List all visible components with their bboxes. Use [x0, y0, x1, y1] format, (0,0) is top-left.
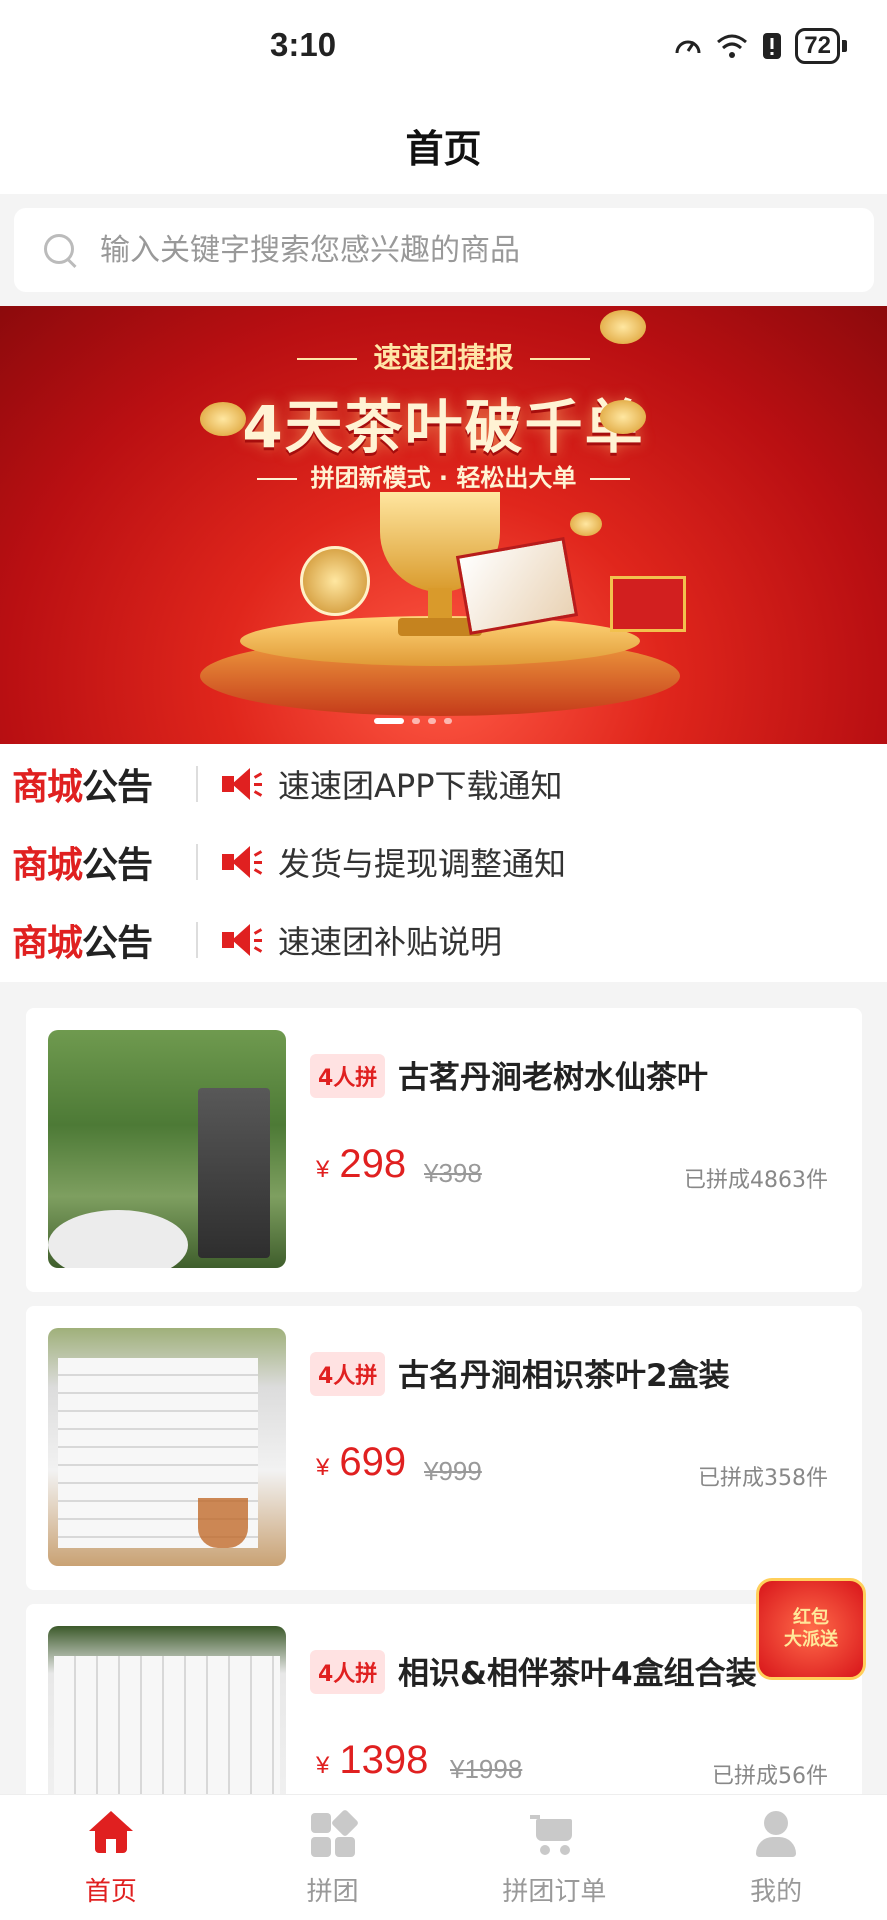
notice-text: 速速团补贴说明	[278, 923, 503, 961]
product-title: 古名丹涧相识茶叶2盒装	[398, 1358, 730, 1394]
wifi-icon	[717, 34, 748, 58]
red-packet-line1: 红包	[793, 1607, 829, 1628]
signal-alert-icon	[763, 33, 782, 59]
tab-home[interactable]: 首页	[0, 1795, 222, 1920]
coin-decoration	[200, 402, 246, 436]
currency-symbol: ¥	[316, 1156, 330, 1183]
product-image[interactable]	[48, 1030, 286, 1268]
original-price: ¥398	[424, 1158, 482, 1188]
notice-list: 商城公告 速速团APP下载通知 商城公告 发货与提现调整通知 商城公告 速速团补…	[0, 744, 887, 982]
banner-top-text: 速速团捷报	[0, 336, 887, 376]
banner-pagination	[374, 718, 452, 724]
coin-decoration	[600, 310, 646, 344]
notice-item[interactable]: 商城公告 速速团补贴说明	[0, 900, 887, 980]
notice-item[interactable]: 商城公告 速速团APP下载通知	[0, 744, 887, 824]
product-title: 古茗丹涧老树水仙茶叶	[398, 1060, 708, 1096]
product-card[interactable]: 4人拼 古茗丹涧老树水仙茶叶 ¥298 ¥398 已拼成4863件	[26, 1008, 862, 1292]
pagination-dot	[444, 718, 452, 724]
red-packet-line2: 大派送	[784, 1629, 838, 1650]
notice-brand-black: 公告	[82, 845, 153, 886]
coin-decoration	[570, 512, 602, 536]
speaker-icon	[220, 922, 264, 958]
product-title: 相识&相伴茶叶4盒组合装	[398, 1656, 757, 1692]
user-icon	[752, 1811, 800, 1857]
notice-brand-red: 商城	[12, 767, 83, 808]
banner-headline: 4天茶叶破千单	[242, 393, 645, 461]
notice-brand-red: 商城	[12, 923, 83, 964]
battery-cap	[842, 40, 847, 52]
red-packet-button[interactable]: 红包 大派送	[756, 1578, 866, 1680]
pagination-dot-active	[374, 718, 404, 724]
tab-label: 拼团订单	[502, 1877, 607, 1907]
sold-count: 已拼成358件	[698, 1466, 828, 1491]
notice-brand-label: 商城公告	[12, 914, 182, 966]
notice-divider	[196, 922, 198, 958]
product-price: ¥699	[316, 1440, 406, 1485]
tab-group-buy[interactable]: 拼团	[222, 1795, 444, 1920]
status-icons: 72	[673, 28, 847, 64]
original-price: ¥999	[424, 1456, 482, 1486]
home-icon	[87, 1811, 135, 1857]
notice-item[interactable]: 商城公告 发货与提现调整通知	[0, 822, 887, 902]
group-size-badge: 4人拼	[310, 1352, 386, 1396]
product-price: ¥1398	[316, 1738, 428, 1783]
notice-divider	[196, 844, 198, 880]
status-bar: 3:10 72	[0, 0, 887, 96]
notice-brand-label: 商城公告	[12, 758, 182, 810]
group-size-badge: 4人拼	[310, 1650, 386, 1694]
notice-brand-red: 商城	[12, 845, 83, 886]
price-value: 699	[339, 1440, 407, 1484]
original-price: ¥1998	[450, 1754, 523, 1784]
tab-label: 拼团	[306, 1877, 359, 1907]
speaker-icon	[220, 766, 264, 802]
tab-label: 我的	[750, 1877, 803, 1907]
banner-subtext: 拼团新模式 · 轻松出大单	[0, 458, 887, 493]
battery-level: 72	[804, 32, 831, 59]
price-value: 1398	[339, 1738, 429, 1782]
pagination-dot	[428, 718, 436, 724]
notice-text: 速速团APP下载通知	[278, 767, 563, 805]
notice-brand-black: 公告	[82, 767, 153, 808]
app-header: 首页	[0, 96, 887, 194]
product-price: ¥298	[316, 1142, 406, 1187]
sold-count: 已拼成4863件	[684, 1168, 828, 1193]
speaker-icon	[220, 844, 264, 880]
currency-symbol: ¥	[316, 1752, 330, 1779]
speed-icon	[675, 40, 701, 54]
gift-box-icon	[610, 576, 686, 632]
search-icon	[40, 230, 80, 270]
product-image[interactable]	[48, 1328, 286, 1566]
trophy-stem	[428, 588, 452, 622]
cart-icon	[530, 1811, 578, 1857]
search-input[interactable]	[100, 232, 820, 268]
search-box[interactable]	[14, 208, 874, 292]
promo-banner[interactable]: 速速团捷报 4天茶叶破千单 拼团新模式 · 轻松出大单	[0, 306, 887, 744]
notice-text: 发货与提现调整通知	[278, 845, 567, 883]
product-card[interactable]: 4人拼 古名丹涧相识茶叶2盒装 ¥699 ¥999 已拼成358件	[26, 1306, 862, 1590]
currency-symbol: ¥	[316, 1454, 330, 1481]
tab-group-orders[interactable]: 拼团订单	[444, 1795, 666, 1920]
group-icon	[309, 1808, 359, 1857]
group-size-badge: 4人拼	[310, 1054, 386, 1098]
notice-brand-label: 商城公告	[12, 836, 182, 888]
notice-divider	[196, 766, 198, 802]
coin-decoration	[600, 400, 646, 434]
notice-brand-black: 公告	[82, 923, 153, 964]
tab-profile[interactable]: 我的	[665, 1795, 887, 1920]
pagination-dot	[412, 718, 420, 724]
search-area	[0, 194, 887, 304]
sold-count: 已拼成56件	[712, 1764, 828, 1789]
price-value: 298	[339, 1142, 407, 1186]
medal-icon	[300, 546, 370, 616]
page-title: 首页	[405, 126, 482, 171]
tab-label: 首页	[84, 1877, 137, 1907]
status-time: 3:10	[270, 26, 337, 63]
bottom-tab-bar: 首页 拼团 拼团订单 我的	[0, 1794, 887, 1920]
battery-indicator: 72	[795, 28, 840, 64]
